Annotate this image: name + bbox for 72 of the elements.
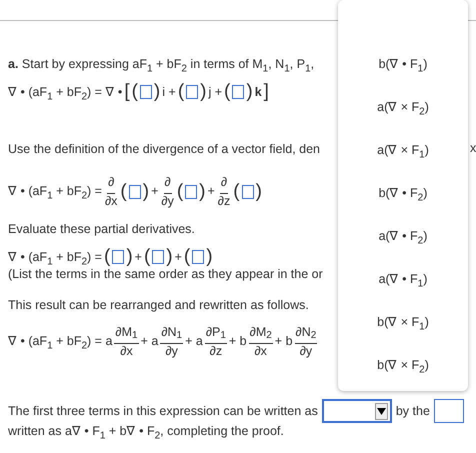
instruction-text: written as a∇ • F$_{1}$ + b∇ • F$_{2}$, completing the proof. <box>8 424 284 439</box>
math-bracket: ( <box>120 182 127 202</box>
math-text: ∇ • (aF$_{1}$ + bF$_{2}$) = <box>8 250 102 264</box>
math-text: + <box>134 250 142 264</box>
instruction-text: Use the definition of the divergence of a vector field, den <box>8 142 321 157</box>
math-bracket: ) <box>256 182 262 202</box>
dropdown-option[interactable]: b(∇ × F$_{1}$) <box>377 311 429 334</box>
math-text: + a <box>185 334 203 349</box>
math-bracket: ) <box>199 182 206 202</box>
math-text: k <box>254 84 262 100</box>
answer-box[interactable] <box>232 85 244 99</box>
note-text: (List the terms in the same order as they appear in the or <box>8 267 324 282</box>
fraction: ∂ ∂x <box>104 175 118 208</box>
dropdown-option[interactable]: a(∇ • F$_{2}$) <box>378 225 428 248</box>
math-bracket: [ <box>124 82 130 102</box>
instruction-text: Evaluate these partial derivatives. <box>8 222 196 237</box>
dropdown-select[interactable] <box>322 399 392 423</box>
math-text: + a <box>140 334 158 349</box>
math-bracket: ( <box>176 182 184 202</box>
math-bracket: ) <box>200 82 206 102</box>
math-bracket: ) <box>142 182 150 202</box>
instruction-text: a. Start by expressing aF$_{1}$ + bF$_{2}$ in terms of M$_{1}$, N$_{1}$, P$_{1}$, <box>8 57 316 72</box>
answer-box[interactable] <box>112 250 124 264</box>
instruction-text: This result can be rearranged and rewritten as follows. <box>8 298 310 313</box>
math-text: ∇ • (aF$_{1}$ + bF$_{2}$) = ∇ • <box>8 84 122 100</box>
answer-box[interactable] <box>186 85 198 99</box>
input-field[interactable] <box>434 399 464 423</box>
dropdown-option[interactable]: b(∇ × F$_{2}$) <box>377 354 429 377</box>
dropdown-option[interactable]: b(∇ • F$_{1}$) <box>378 53 428 76</box>
math-bracket: ( <box>184 247 190 267</box>
math-bracket: ) <box>206 247 213 267</box>
fraction: ∂P$_{1}$ ∂z <box>204 325 227 358</box>
math-text: i + <box>162 84 176 100</box>
math-text: + <box>207 184 215 199</box>
math-bracket: ] <box>264 82 269 102</box>
answer-box[interactable] <box>152 250 164 264</box>
math-bracket: ) <box>166 247 173 267</box>
caret-icon <box>374 402 388 420</box>
math-text: ∇ • (aF$_{1}$ + bF$_{2}$) = <box>8 184 102 199</box>
answer-box[interactable] <box>185 184 198 198</box>
fraction: ∂ ∂y <box>160 175 175 208</box>
math-bracket: ( <box>144 247 150 267</box>
math-text: + <box>151 184 158 199</box>
math-text: + b <box>228 334 247 349</box>
math-bracket: ( <box>178 82 184 102</box>
fraction: ∂N$_{1}$ ∂y <box>160 325 184 358</box>
math-bracket: ) <box>246 82 253 102</box>
instruction-text: The first three terms in this expression can be written as <box>8 404 318 418</box>
fraction: ∂N$_{2}$ ∂y <box>294 325 318 358</box>
fraction: ∂ ∂z <box>216 175 232 208</box>
dropdown-option[interactable]: a(∇ × F$_{2}$) <box>377 96 429 119</box>
cut-text: x <box>470 141 476 155</box>
math-text: ∇ • (aF$_{1}$ + bF$_{2}$) = a <box>8 334 112 349</box>
dropdown-option[interactable]: b(∇ • F$_{2}$) <box>378 182 428 205</box>
answer-box[interactable] <box>242 184 254 198</box>
instruction-text: by the <box>396 404 430 418</box>
math-bracket: ( <box>132 82 138 102</box>
math-bracket: ( <box>233 182 240 202</box>
math-bracket: ( <box>104 247 110 267</box>
math-text: j + <box>208 84 222 100</box>
dropdown-option[interactable]: a(∇ • F$_{1}$) <box>378 268 428 291</box>
answer-box[interactable] <box>140 85 152 99</box>
math-bracket: ) <box>126 247 133 267</box>
fraction: ∂M$_{2}$ ∂x <box>248 325 273 358</box>
dropdown-option[interactable]: a(∇ × F$_{1}$) <box>377 139 429 162</box>
math-text: + b <box>274 334 293 349</box>
answer-box[interactable] <box>128 184 141 198</box>
math-bracket: ) <box>154 82 160 102</box>
math-bracket: ( <box>224 82 230 102</box>
math-text: + <box>174 250 182 264</box>
fraction: ∂M$_{1}$ ∂x <box>114 325 139 358</box>
answer-box[interactable] <box>192 250 204 264</box>
